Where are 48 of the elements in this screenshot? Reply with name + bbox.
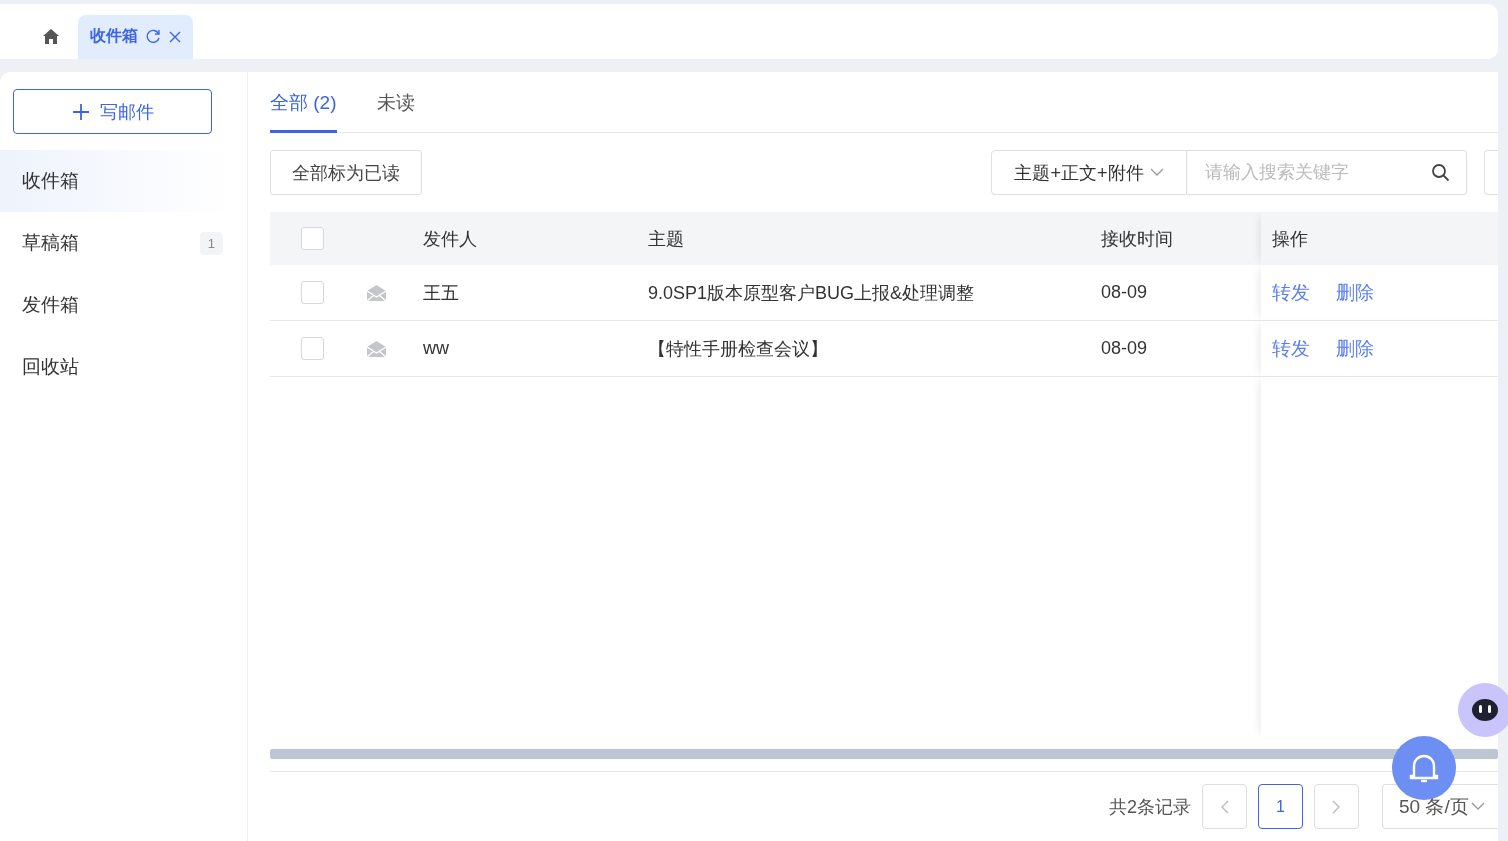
plus-icon	[71, 102, 90, 121]
open-envelope-icon	[366, 339, 387, 358]
chevron-right-icon	[1332, 799, 1341, 814]
robot-icon	[1470, 697, 1500, 723]
bell-icon	[1409, 752, 1439, 784]
column-header: 发件人	[423, 212, 648, 265]
mark-all-read-button[interactable]: 全部标为已读	[270, 150, 422, 195]
page-tab[interactable]: 收件箱	[78, 14, 193, 59]
sidebar-item[interactable]: 草稿箱 1	[0, 212, 233, 274]
filter-tab[interactable]: 全部 (2)	[270, 90, 337, 133]
home-icon[interactable]	[42, 28, 60, 45]
open-envelope-icon	[366, 283, 387, 302]
page-size-label: 50 条/页	[1399, 794, 1469, 819]
table-cell: 9.0SP1版本原型客户BUG上报&处理调整	[648, 265, 1101, 321]
table-cell: 08-09	[1101, 321, 1261, 377]
page-button[interactable]: 1	[1258, 784, 1303, 829]
select-all-checkbox[interactable]	[301, 227, 324, 250]
tab-label: 收件箱	[90, 26, 138, 46]
action-link[interactable]: 删除	[1336, 335, 1374, 362]
compose-button[interactable]: 写邮件	[13, 89, 212, 134]
chevron-down-icon	[1470, 802, 1485, 811]
filter-tab[interactable]: 未读	[376, 90, 415, 133]
action-link[interactable]: 转发	[1272, 279, 1310, 306]
search-box[interactable]: 请输入搜索关键字	[1187, 150, 1467, 195]
close-icon[interactable]	[169, 30, 181, 43]
row-checkbox[interactable]	[301, 337, 324, 360]
total-records: 共2条记录	[1109, 795, 1191, 819]
refresh-icon[interactable]	[146, 29, 161, 44]
table-cell: 08-09	[1101, 265, 1261, 321]
chevron-left-icon	[1220, 799, 1229, 814]
row-checkbox[interactable]	[301, 281, 324, 304]
folder-label: 草稿箱	[22, 231, 79, 255]
column-header: 操作	[1261, 212, 1498, 265]
action-link[interactable]: 删除	[1336, 279, 1374, 306]
column-header: 主题	[648, 212, 1101, 265]
action-link[interactable]: 转发	[1272, 335, 1310, 362]
count-badge: 1	[199, 231, 223, 255]
search-scope-dropdown[interactable]: 主题+正文+附件	[991, 150, 1187, 195]
table-cell: ww	[423, 321, 648, 377]
scope-label: 主题+正文+附件	[1014, 161, 1144, 185]
sidebar-item[interactable]: 发件箱	[0, 274, 233, 336]
chevron-down-icon	[1149, 168, 1164, 177]
search-icon[interactable]	[1431, 163, 1450, 182]
column-header: 接收时间	[1101, 212, 1261, 265]
table-cell: 【特性手册检查会议】	[648, 321, 1101, 377]
table-cell: 王五	[423, 265, 648, 321]
sidebar-item[interactable]: 回收站	[0, 336, 233, 398]
horizontal-scrollbar[interactable]	[270, 749, 1498, 759]
